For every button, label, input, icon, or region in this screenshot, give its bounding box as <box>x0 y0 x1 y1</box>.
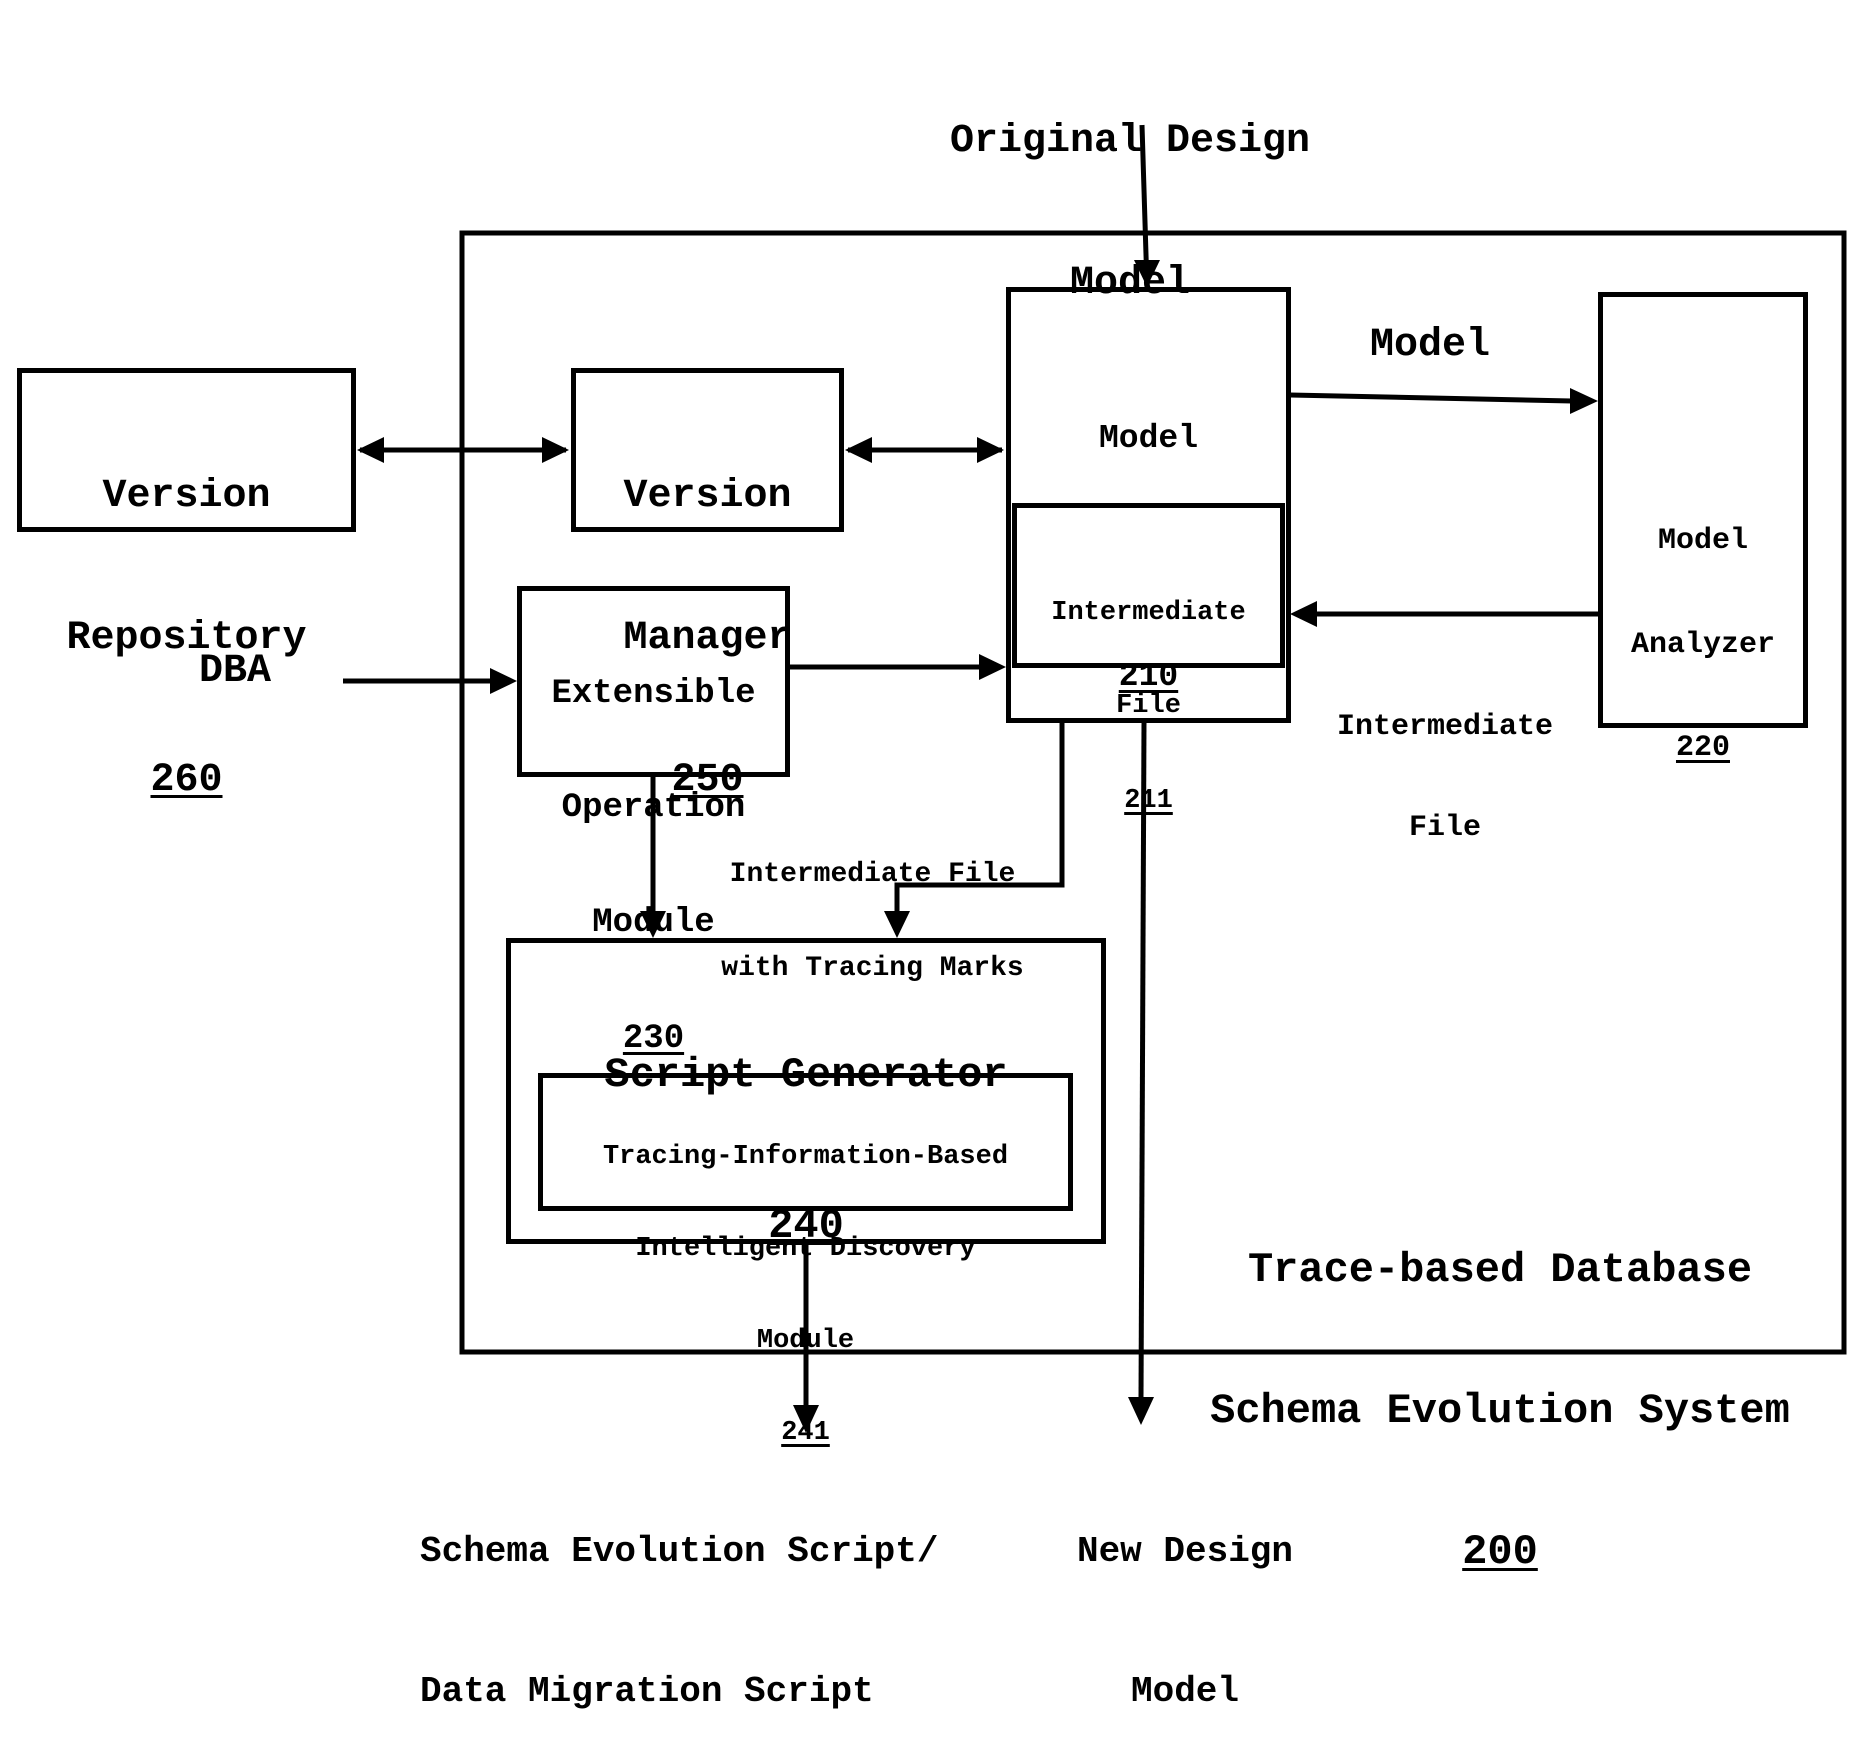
box-title-line: Model <box>1657 524 1748 558</box>
box-title-line: Repository <box>66 615 307 661</box>
box-title-line: File <box>1116 691 1181 722</box>
system-title-line: Schema Evolution System <box>1210 1387 1790 1436</box>
version-repository-box[interactable]: Version Repository 260 <box>17 368 356 803</box>
box-title-line: Module <box>756 1326 855 1357</box>
output-new-design-model: New Design Model <box>1050 1435 1320 1763</box>
edge-label-line: File <box>1408 810 1481 845</box>
arrowhead <box>357 437 384 463</box>
box-title-line: Version <box>102 474 271 520</box>
box-title-line: Extensible <box>551 675 756 714</box>
edge-label-model: Model <box>1369 323 1491 368</box>
output-label-line: Model <box>1130 1670 1240 1712</box>
intermediate-file-box[interactable]: Intermediate File 211 <box>1012 503 1285 816</box>
edge-label-line: Intermediate <box>1336 710 1554 745</box>
arrowhead <box>1128 1397 1154 1425</box>
edge-label-line: with Tracing Marks <box>721 952 1024 984</box>
version-manager-box[interactable]: Version Manager 250 <box>571 368 844 803</box>
edge-label-intermediate-file: Intermediate File <box>1300 644 1590 879</box>
box-title-line: Analyzer <box>1630 627 1776 662</box>
arrowhead <box>490 668 517 694</box>
arrowhead <box>977 437 1004 463</box>
output-label-line: Schema Evolution Script/ <box>420 1530 939 1572</box>
box-title-line: Version <box>623 474 792 520</box>
discovery-module-box[interactable]: Tracing-Information-Based Intelligent Di… <box>538 1073 1073 1448</box>
arrowhead <box>979 654 1006 680</box>
arrowhead <box>1570 388 1598 414</box>
edge-label-line: Intermediate File <box>729 858 1016 890</box>
model-analyzer-box[interactable]: Model Analyzer 220 <box>1598 292 1808 765</box>
output-label-line: New Design <box>1076 1530 1294 1572</box>
output-label-line: Data Migration Script <box>420 1670 874 1712</box>
reference-number: 220 <box>1675 731 1730 765</box>
edge-label-tracing-marks: Intermediate File with Tracing Marks <box>690 796 1055 1016</box>
box-title-line: Intermediate <box>1051 598 1246 629</box>
reference-number: 260 <box>150 757 223 803</box>
arrowhead <box>1290 601 1317 627</box>
box-title-line: Intelligent Discovery <box>635 1233 976 1264</box>
arrow-editor-to-analyzer <box>1289 392 1573 404</box>
arrowhead <box>542 437 569 463</box>
reference-number: 211 <box>1124 786 1173 817</box>
extensible-operation-module-box[interactable]: Extensible Operation Module 230 <box>517 586 790 1058</box>
box-title-line: Model <box>1098 419 1199 457</box>
box-title-line: Tracing-Information-Based <box>602 1141 1009 1172</box>
system-title-line: Trace-based Database <box>1247 1246 1753 1295</box>
arrowhead <box>845 437 872 463</box>
output-scripts: Schema Evolution Script/ Data Migration … <box>420 1435 1020 1763</box>
input-label-line: Original Design <box>949 119 1311 165</box>
reference-number: 200 <box>1462 1528 1538 1577</box>
